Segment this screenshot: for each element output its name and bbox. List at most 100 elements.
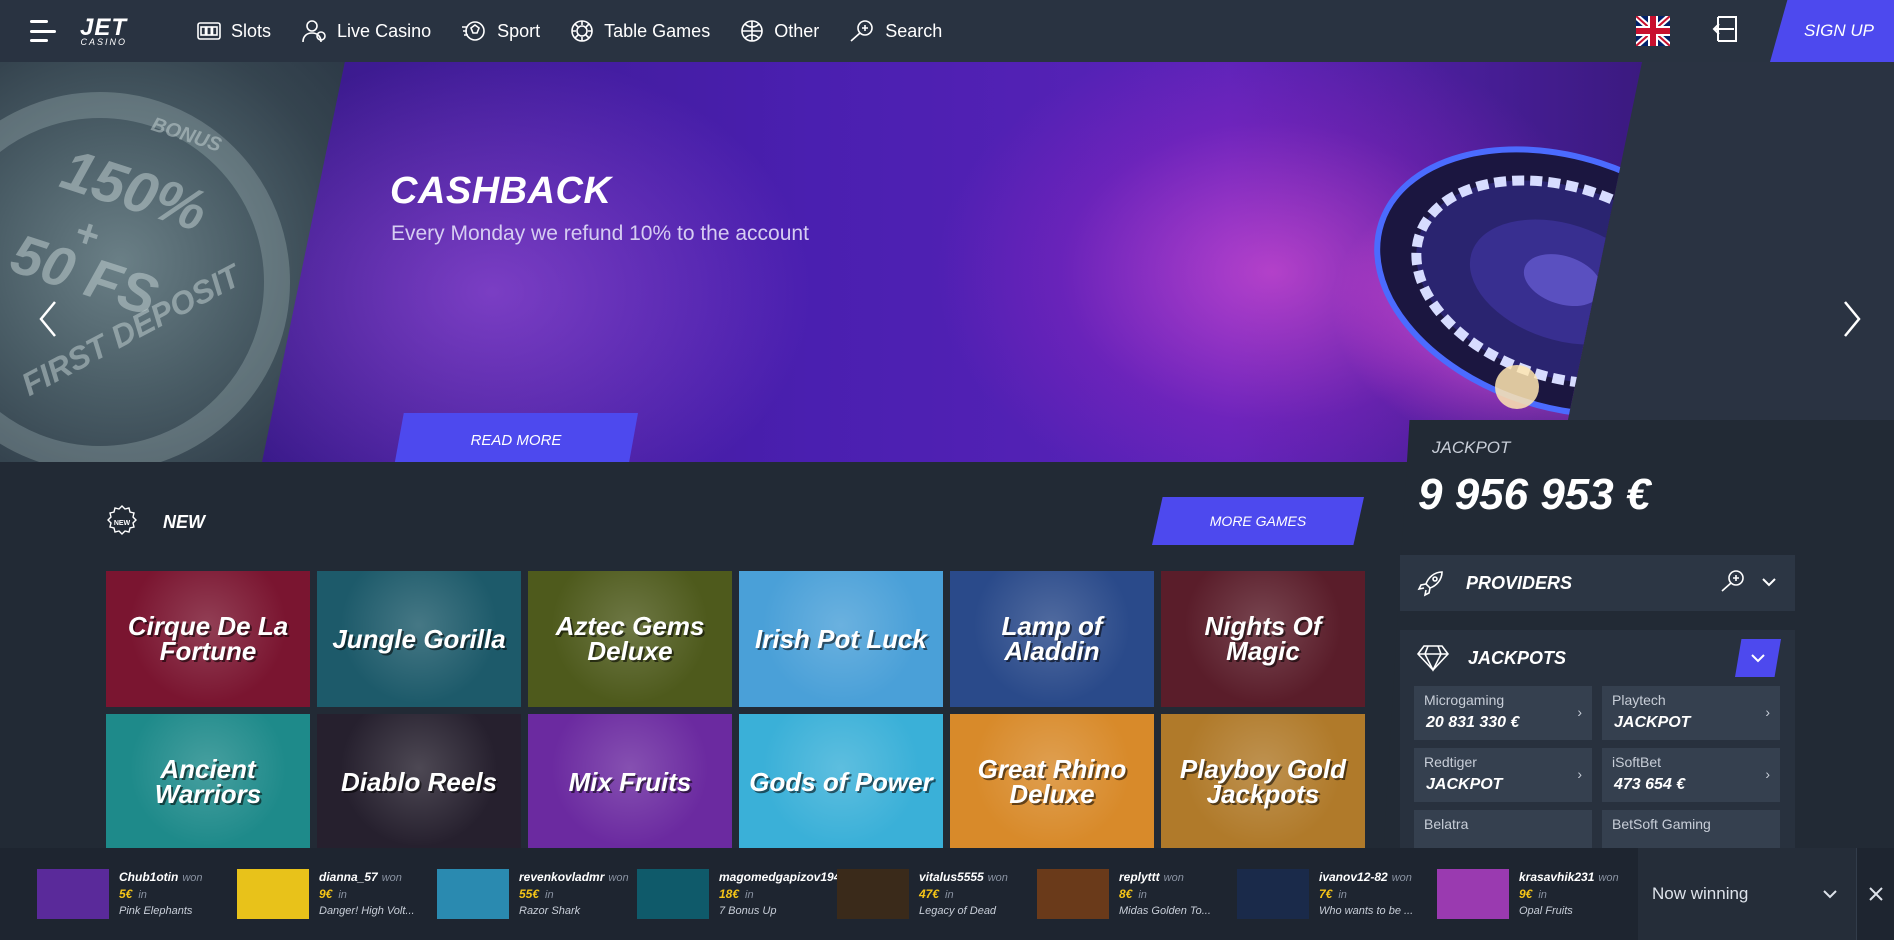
winner-item[interactable]: magomedgapizov194won 18€in 7 Bonus Up — [600, 868, 865, 919]
logo-text: JET — [80, 13, 128, 41]
ball-icon — [741, 20, 764, 42]
winner-game-name: Razor Shark — [519, 904, 581, 917]
game-tile[interactable]: Diablo Reels — [317, 714, 521, 850]
nav-other[interactable]: Other — [740, 19, 819, 43]
in-label: in — [545, 889, 554, 902]
game-tile[interactable]: Mix Fruits — [528, 714, 732, 850]
menu-icon[interactable] — [30, 20, 58, 42]
jackpots-toggle-button[interactable] — [1735, 639, 1781, 677]
winner-item[interactable]: replyttt won 8€ in Midas Golden To... — [1000, 868, 1211, 919]
chip-icon — [571, 20, 593, 42]
winner-username: vitalus5555 — [919, 869, 984, 884]
chevron-down-icon — [1822, 884, 1838, 904]
jackpots-header: JACKPOTS — [1400, 630, 1795, 686]
game-tile[interactable]: Irish Pot Luck — [739, 571, 943, 707]
jackpot-label: JACKPOT — [1432, 438, 1511, 457]
game-title: Lamp of Aladdin — [1001, 611, 1103, 666]
roulette-wheel-image — [1332, 146, 1642, 452]
game-tile[interactable]: Lamp of Aladdin — [950, 571, 1154, 707]
banner-subtitle: Every Monday we refund 10% to the accoun… — [391, 222, 809, 245]
jackpot-provider: iSoftBet — [1612, 754, 1662, 770]
game-tile[interactable]: Jungle Gorilla — [317, 571, 521, 707]
close-icon[interactable] — [1856, 848, 1894, 940]
chevron-right-icon: › — [1765, 704, 1770, 720]
cashback-slide[interactable] — [262, 62, 1642, 462]
game-tile[interactable]: Aztec Gems Deluxe — [528, 571, 732, 707]
login-icon[interactable] — [1710, 14, 1740, 49]
game-thumbnail — [437, 868, 509, 919]
in-label: in — [338, 889, 347, 902]
game-tile[interactable]: Cirque De La Fortune — [106, 571, 310, 707]
jackpot-card[interactable]: iSoftBet 473 654 € › — [1602, 748, 1780, 802]
game-thumbnail — [837, 868, 909, 919]
diamond-icon — [1416, 645, 1450, 672]
winner-username: krasavhik231 — [1519, 869, 1595, 884]
jackpot-value: 473 654 € — [1614, 776, 1686, 793]
jackpot-card[interactable]: Redtiger JACKPOT › — [1414, 748, 1592, 802]
jackpot-amount: 9 956 953 € — [1418, 470, 1651, 519]
winner-info: replyttt won 8€ in Midas Golden To... — [1119, 869, 1211, 919]
chevron-down-icon[interactable] — [1761, 574, 1777, 592]
read-more-button[interactable]: READ MORE — [394, 413, 638, 462]
game-title: Mix Fruits — [568, 766, 692, 797]
more-games-button[interactable]: MORE GAMES — [1152, 497, 1364, 545]
game-title: Aztec Gems Deluxe — [555, 611, 705, 666]
winners-ticker: Chub1otin won 5€ in Pink Elephants dianna_… — [0, 848, 1894, 940]
logo[interactable]: JET CASINO — [80, 13, 128, 47]
winner-username: ivanov12-82 — [1319, 869, 1388, 884]
winner-item[interactable]: Chub1otin won 5€ in Pink Elephants — [0, 868, 203, 919]
providers-dropdown[interactable]: PROVIDERS — [1400, 555, 1795, 611]
nav-live-casino[interactable]: Live Casino — [301, 18, 431, 44]
signup-button[interactable]: SIGN UP — [1770, 0, 1894, 62]
winner-item[interactable]: revenkovladmr won 55€ in Razor Shark — [400, 868, 629, 919]
win-amount: 8€ — [1119, 887, 1133, 902]
new-badge-text: NEW — [114, 520, 131, 527]
jackpot-provider: Redtiger — [1424, 754, 1477, 770]
winner-item[interactable]: dianna_57 won 9€ in Danger! High Volt... — [200, 868, 415, 919]
jackpot-provider: BetSoft Gaming — [1612, 816, 1711, 832]
win-amount: 47€ — [919, 887, 940, 902]
game-title: Great Rhino Deluxe — [977, 754, 1127, 809]
game-tile[interactable]: Great Rhino Deluxe — [950, 714, 1154, 850]
winner-username: replyttt — [1119, 869, 1160, 884]
game-tile[interactable]: Nights Of Magic — [1161, 571, 1365, 707]
language-flag-icon[interactable] — [1636, 16, 1670, 46]
jackpots-label: JACKPOTS — [1468, 647, 1567, 668]
main-nav: Slots Live Casino Sport Table Games Othe… — [167, 18, 942, 44]
winner-username: Chub1otin — [119, 869, 179, 884]
nav-table-games[interactable]: Table Games — [570, 19, 710, 43]
next-slide-icon[interactable] — [1842, 300, 1862, 343]
game-thumbnail — [1037, 868, 1109, 919]
game-thumbnail — [1437, 868, 1509, 919]
providers-label: PROVIDERS — [1466, 572, 1573, 593]
winner-item[interactable]: ivanov12-82 won 7€ in Who wants to be ... — [1200, 868, 1413, 919]
nav-slots-label: Slots — [231, 20, 272, 41]
nav-table-games-label: Table Games — [604, 20, 711, 41]
now-winning-dropdown[interactable]: Now winning — [1638, 848, 1856, 940]
in-label: in — [1338, 889, 1347, 902]
win-amount: 7€ — [1319, 887, 1333, 902]
winner-item[interactable]: krasavhik231 won 9€ in Opal Fruits — [1400, 868, 1619, 919]
soccer-ball-icon — [462, 21, 485, 41]
game-tile[interactable]: Playboy Gold Jackpots — [1161, 714, 1365, 850]
banner-title: CASHBACK — [390, 170, 612, 212]
in-label: in — [945, 889, 954, 902]
nav-slots[interactable]: Slots — [197, 20, 271, 42]
game-tile[interactable]: Gods of Power — [739, 714, 943, 850]
game-title: Cirque De La Fortune — [127, 611, 289, 666]
game-tile[interactable]: Ancient Warriors — [106, 714, 310, 850]
new-section-title: NEW — [163, 512, 205, 532]
nav-search[interactable]: Search — [849, 19, 942, 43]
winner-game-name: Legacy of Dead — [919, 904, 997, 917]
nav-sport[interactable]: Sport — [461, 19, 540, 43]
jackpot-card[interactable]: Playtech JACKPOT › — [1602, 686, 1780, 740]
provider-search-icon[interactable] — [1719, 569, 1747, 598]
won-label: won — [1163, 871, 1184, 884]
chevron-right-icon: › — [1577, 766, 1582, 782]
prev-slide-icon[interactable] — [38, 300, 58, 343]
win-amount: 9€ — [1519, 887, 1533, 902]
jackpot-card[interactable]: Microgaming 20 831 330 € › — [1414, 686, 1592, 740]
winner-username: dianna_57 — [319, 869, 378, 884]
winner-item[interactable]: vitalus5555 won 47€ in Legacy of Dead — [800, 868, 1008, 919]
logo-subtext: CASINO — [80, 36, 128, 47]
